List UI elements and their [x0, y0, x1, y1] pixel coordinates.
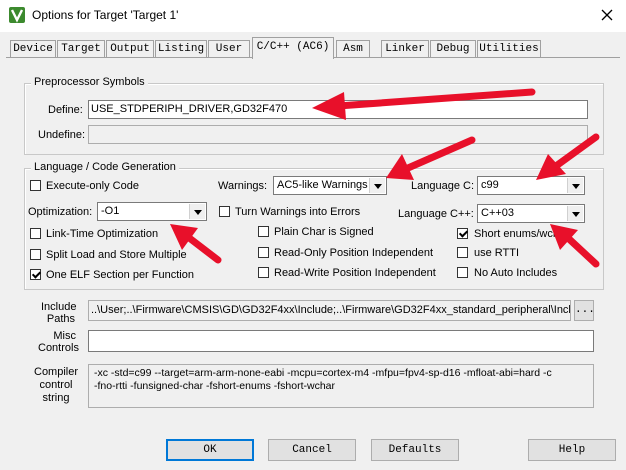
include-paths-label: Include Paths [41, 301, 77, 325]
define-input[interactable]: USE_STDPERIPH_DRIVER,GD32F470 [88, 100, 588, 119]
rwpi-checkbox[interactable] [258, 267, 269, 278]
no-auto-includes-label: No Auto Includes [474, 267, 558, 279]
tab-c-cpp-ac6[interactable]: C/C++ (AC6) [252, 37, 334, 59]
one-elf-checkbox[interactable] [30, 269, 41, 280]
window-title: Options for Target 'Target 1' [32, 8, 179, 22]
include-paths-input[interactable]: ..\User;..\Firmware\CMSIS\GD\GD32F4xx\In… [88, 300, 571, 321]
chevron-down-icon[interactable] [369, 178, 385, 193]
compiler-control-label: Compiler control string [34, 366, 78, 405]
chevron-down-icon[interactable] [189, 204, 205, 219]
compiler-label-line2: control [39, 379, 73, 391]
misc-controls-label: Misc Controls [38, 330, 79, 354]
turn-warnings-label: Turn Warnings into Errors [235, 206, 361, 218]
tab-device[interactable]: Device [10, 40, 56, 57]
one-elf-label: One ELF Section per Function [46, 269, 194, 281]
plain-char-label: Plain Char is Signed [274, 226, 374, 238]
warnings-value: AC5-like Warnings [277, 179, 368, 191]
language-cpp-combo[interactable]: C++03 [477, 204, 585, 223]
compiler-label-line1: Compiler [34, 366, 79, 378]
turn-warnings-checkbox[interactable] [219, 206, 230, 217]
include-browse-button[interactable]: ... [574, 300, 595, 321]
language-c-value: c99 [481, 179, 499, 191]
tab-user[interactable]: User [208, 40, 250, 57]
language-cpp-value: C++03 [481, 207, 515, 219]
plain-char-checkbox[interactable] [258, 226, 269, 237]
help-button[interactable]: Help [528, 439, 616, 461]
tab-linker[interactable]: Linker [381, 40, 429, 57]
preprocessor-group-label: Preprocessor Symbols [31, 76, 148, 88]
execute-only-checkbox[interactable] [30, 180, 41, 191]
compiler-label-line3: string [42, 392, 70, 404]
close-icon[interactable] [598, 6, 616, 24]
language-group-label: Language / Code Generation [31, 161, 179, 173]
preprocessor-group [24, 83, 604, 155]
misc-controls-input[interactable] [88, 330, 594, 352]
use-rtti-checkbox[interactable] [457, 247, 468, 258]
undefine-input[interactable] [88, 125, 588, 144]
short-enums-label: Short enums/wchar [474, 228, 569, 240]
keil-uvision-icon [9, 7, 25, 23]
no-auto-includes-checkbox[interactable] [457, 267, 468, 278]
lto-checkbox[interactable] [30, 228, 41, 239]
tab-listing[interactable]: Listing [155, 40, 207, 57]
define-label: Define: [48, 104, 83, 116]
include-label-line1: Include [41, 301, 77, 313]
warnings-label: Warnings: [218, 180, 268, 192]
cancel-button[interactable]: Cancel [268, 439, 356, 461]
tab-output[interactable]: Output [106, 40, 154, 57]
rwpi-label: Read-Write Position Independent [274, 267, 436, 279]
lto-label: Link-Time Optimization [46, 228, 159, 240]
chevron-down-icon[interactable] [567, 178, 583, 193]
language-c-label: Language C: [411, 180, 474, 192]
defaults-button[interactable]: Defaults [371, 439, 459, 461]
tab-target[interactable]: Target [57, 40, 105, 57]
short-enums-checkbox[interactable] [457, 228, 468, 239]
misc-label-line1: Misc [53, 330, 76, 342]
include-label-line2: Paths [46, 313, 75, 325]
tab-asm[interactable]: Asm [336, 40, 370, 57]
optimization-combo[interactable]: -O1 [97, 202, 207, 221]
split-load-checkbox[interactable] [30, 249, 41, 260]
chevron-down-icon[interactable] [567, 206, 583, 221]
compiler-control-string[interactable]: -xc -std=c99 --target=arm-arm-none-eabi … [88, 364, 594, 408]
ropi-label: Read-Only Position Independent [274, 247, 433, 259]
undefine-label: Undefine: [38, 129, 86, 141]
split-load-label: Split Load and Store Multiple [46, 249, 187, 261]
optimization-value: -O1 [101, 205, 120, 217]
ropi-checkbox[interactable] [258, 247, 269, 258]
misc-label-line2: Controls [38, 342, 79, 354]
use-rtti-label: use RTTI [474, 247, 520, 259]
optimization-label: Optimization: [28, 206, 93, 218]
warnings-combo[interactable]: AC5-like Warnings [273, 176, 387, 195]
language-cpp-label: Language C++: [398, 208, 474, 220]
execute-only-label: Execute-only Code [46, 180, 139, 192]
ok-button[interactable]: OK [166, 439, 254, 461]
language-c-combo[interactable]: c99 [477, 176, 585, 195]
tab-debug[interactable]: Debug [430, 40, 476, 57]
tab-utilities[interactable]: Utilities [477, 40, 541, 57]
